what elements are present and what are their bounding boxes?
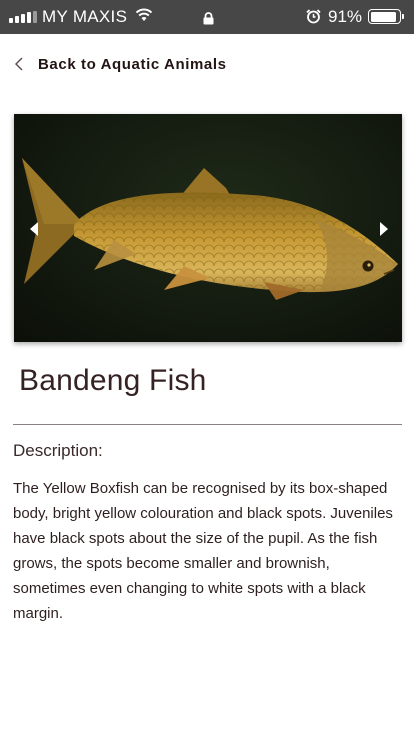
back-label: Back to Aquatic Animals [38,55,227,73]
alarm-icon [306,9,321,29]
arrow-right-icon[interactable] [376,218,392,240]
page-title: Bandeng Fish [19,364,207,397]
battery-icon [368,9,401,24]
battery-percent: 91% [328,7,363,26]
signal-icon [9,11,37,23]
wifi-icon [135,7,153,27]
lock-icon [203,10,214,30]
description-heading: Description: [13,441,103,460]
arrow-left-icon[interactable] [26,218,42,240]
back-button[interactable]: Back to Aquatic Animals [10,54,227,74]
image-carousel[interactable] [14,114,402,342]
chevron-left-icon [15,57,23,71]
battery-tip [402,14,404,19]
status-bar: MY MAXIS 91% [0,0,414,34]
fish-photo [22,158,398,300]
divider [13,424,402,425]
carrier-name: MY MAXIS [42,7,128,26]
description-text: The Yellow Boxfish can be recognised by … [13,480,393,622]
